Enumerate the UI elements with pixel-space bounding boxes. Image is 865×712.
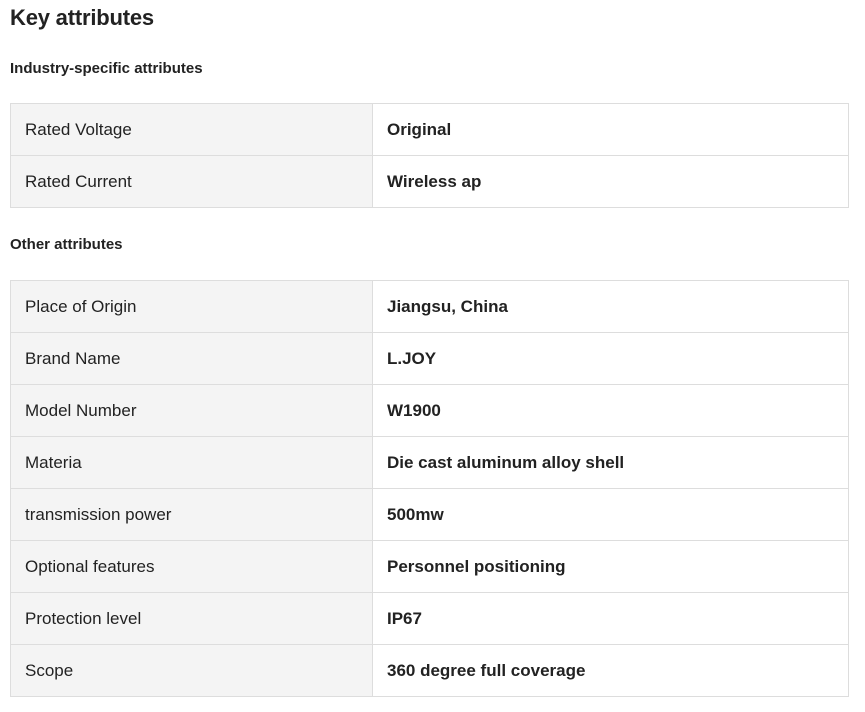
attribute-key: Rated Current <box>10 155 373 208</box>
attribute-key: Materia <box>10 436 373 489</box>
table-row: Model Number W1900 <box>10 384 849 437</box>
attribute-value: Jiangsu, China <box>372 280 849 333</box>
table-row: Brand Name L.JOY <box>10 332 849 385</box>
attribute-value: 360 degree full coverage <box>372 644 849 697</box>
attribute-key: Protection level <box>10 592 373 645</box>
attribute-value: Personnel positioning <box>372 540 849 593</box>
table-row: Materia Die cast aluminum alloy shell <box>10 436 849 489</box>
attribute-value: IP67 <box>372 592 849 645</box>
attribute-value: Wireless ap <box>372 155 849 208</box>
attribute-key: Brand Name <box>10 332 373 385</box>
table-row: Rated Current Wireless ap <box>10 155 849 208</box>
attribute-value: L.JOY <box>372 332 849 385</box>
attribute-key: Rated Voltage <box>10 103 373 156</box>
attribute-key: Optional features <box>10 540 373 593</box>
table-row: Optional features Personnel positioning <box>10 540 849 593</box>
page-title: Key attributes <box>10 5 154 30</box>
section-title-industry-specific: Industry-specific attributes <box>10 60 203 77</box>
industry-attributes-table: Rated Voltage Original Rated Current Wir… <box>10 103 849 208</box>
attribute-key: Scope <box>10 644 373 697</box>
attribute-key: Place of Origin <box>10 280 373 333</box>
table-row: transmission power 500mw <box>10 488 849 541</box>
table-row: Place of Origin Jiangsu, China <box>10 280 849 333</box>
attribute-value: W1900 <box>372 384 849 437</box>
attribute-value: 500mw <box>372 488 849 541</box>
attribute-key: Model Number <box>10 384 373 437</box>
attribute-value: Die cast aluminum alloy shell <box>372 436 849 489</box>
table-row: Rated Voltage Original <box>10 103 849 156</box>
attribute-value: Original <box>372 103 849 156</box>
table-row: Scope 360 degree full coverage <box>10 644 849 697</box>
table-row: Protection level IP67 <box>10 592 849 645</box>
attribute-key: transmission power <box>10 488 373 541</box>
other-attributes-table: Place of Origin Jiangsu, China Brand Nam… <box>10 280 849 697</box>
section-title-other: Other attributes <box>10 236 123 253</box>
